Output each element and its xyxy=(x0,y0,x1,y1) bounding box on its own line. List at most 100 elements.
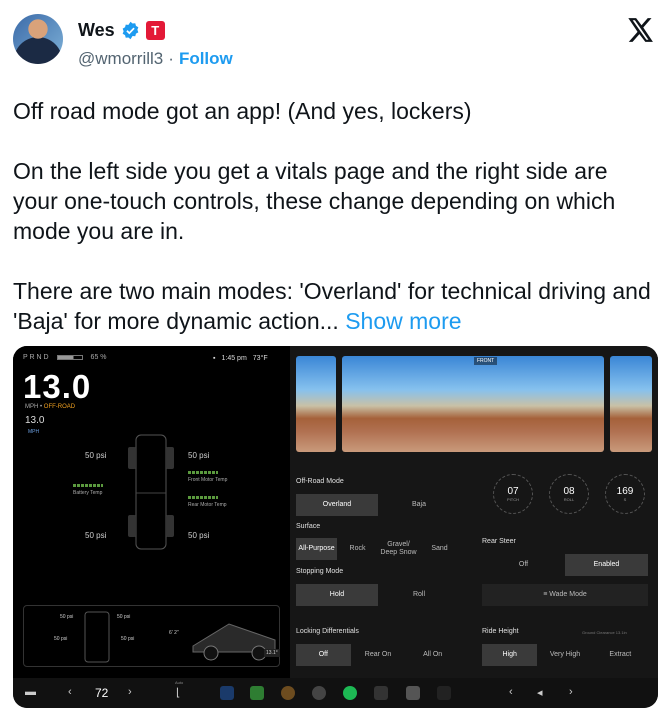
mini-tire-rl: 50 psi xyxy=(54,636,68,642)
locking-diff-label: Locking Differentials xyxy=(296,628,359,635)
offroad-app-icon[interactable] xyxy=(281,686,295,700)
x-logo-icon[interactable] xyxy=(628,18,654,42)
pitch-label: PITCH xyxy=(507,497,519,502)
heading-gauge: 169 S xyxy=(605,474,645,514)
inclinometer-gauges: 07 PITCH 08 ROLL 169 S xyxy=(485,474,655,514)
outside-temp: 73°F xyxy=(252,355,268,362)
ride-height-selector: High Very High Extract xyxy=(482,644,648,666)
rock-button[interactable]: Rock xyxy=(337,538,378,560)
heading-label: S xyxy=(623,497,627,502)
front-camera-view[interactable] xyxy=(342,356,604,452)
volume-icon[interactable]: ◂ xyxy=(537,686,543,699)
author-handle[interactable]: @wmorrill3 xyxy=(78,49,163,69)
rear-motor-temp-label: Rear Motor Temp xyxy=(188,502,227,508)
tweet-paragraph: Off road mode got an app! (And yes, lock… xyxy=(13,98,472,124)
battery-temp: Battery Temp xyxy=(73,484,103,496)
tweet-paragraph: There are two main modes: 'Overland' for… xyxy=(13,276,658,336)
seat-auto-label: Auto xyxy=(175,680,184,685)
offroad-mode-selector: Overland Baja xyxy=(296,494,460,516)
surface-label: Surface xyxy=(296,523,321,530)
handle-row: @wmorrill3 · Follow xyxy=(78,49,233,69)
stopping-mode-label: Stopping Mode xyxy=(296,568,344,575)
stopping-mode-selector: Hold Roll xyxy=(296,584,460,606)
sub-speed-unit: MPH xyxy=(28,429,40,435)
tire-pressure-rl: 50 psi xyxy=(85,531,107,540)
lockers-off-button[interactable]: Off xyxy=(296,644,351,666)
sand-button[interactable]: Sand xyxy=(419,538,460,560)
locking-diff-selector: Off Rear On All On xyxy=(296,644,460,666)
mini-tire-rr: 50 psi xyxy=(121,636,135,642)
more-apps-icon[interactable] xyxy=(374,686,388,700)
heading-value: 169 xyxy=(616,486,634,497)
gear-selector: P R N D xyxy=(23,354,49,361)
seat-heater-icon[interactable]: ⌊ xyxy=(176,686,180,699)
front-motor-temp-bar xyxy=(188,471,218,474)
truck-top-view-icon xyxy=(128,434,174,550)
extract-button[interactable]: Extract xyxy=(593,644,648,666)
follow-button[interactable]: Follow xyxy=(179,49,233,69)
rear-steer-off-button[interactable]: Off xyxy=(482,554,565,576)
camera-app-icon[interactable] xyxy=(312,686,326,700)
surface-selector: All-Purpose Rock Gravel/ Deep Snow Sand xyxy=(296,538,460,560)
ground-clearance-value: 13.1° xyxy=(264,649,280,657)
rear-steer-label: Rear Steer xyxy=(482,538,516,545)
right-camera-view[interactable] xyxy=(610,356,652,452)
tweet-text: Off road mode got an app! (And yes, lock… xyxy=(13,96,658,336)
volume-up-chevron-icon[interactable]: › xyxy=(569,686,573,698)
rear-steer-enabled-button[interactable]: Enabled xyxy=(565,554,648,576)
pitch-value: 07 xyxy=(507,486,519,497)
temp-up-chevron-icon[interactable]: › xyxy=(128,686,132,698)
baja-button[interactable]: Baja xyxy=(378,494,460,516)
battery-temp-label: Battery Temp xyxy=(73,490,103,496)
left-camera-view[interactable] xyxy=(296,356,336,452)
clock: 1:45 pm xyxy=(221,355,247,362)
vitals-panel: P R N D 65 % ▪ 1:45 pm 73°F 13.0 MPH • O… xyxy=(13,346,290,678)
wade-mode-button[interactable]: ≡ Wade Mode xyxy=(482,584,648,606)
all-purpose-button[interactable]: All-Purpose xyxy=(296,538,337,560)
speed-unit-row: MPH • OFF-ROAD xyxy=(25,404,76,410)
verified-badge-icon xyxy=(122,21,139,40)
drive-mode-label: OFF-ROAD xyxy=(43,404,76,410)
ride-height-diagram: 50 psi 50 psi 50 psi 50 psi 6' 2" 13.1° xyxy=(23,605,280,667)
joystick-icon[interactable] xyxy=(437,686,451,700)
rear-steer-selector: Off Enabled xyxy=(482,554,648,576)
mini-truck-icon xyxy=(84,611,110,663)
hold-button[interactable]: Hold xyxy=(296,584,378,606)
front-motor-temp-label: Front Motor Temp xyxy=(188,477,228,483)
ground-clearance-label: Ground Clearance 13.1in xyxy=(582,630,627,635)
ride-height-label: Ride Height xyxy=(482,628,519,635)
taskbar: ▬ ‹ 72 › Auto ⌊ ‹ ◂ › xyxy=(13,678,658,708)
temp-down-chevron-icon[interactable]: ‹ xyxy=(68,686,72,698)
show-more-link[interactable]: Show more xyxy=(345,308,461,334)
battery-icon xyxy=(56,355,83,360)
volume-down-chevron-icon[interactable]: ‹ xyxy=(509,686,513,698)
avatar[interactable] xyxy=(13,14,63,64)
vehicle-height: 6' 2" xyxy=(169,630,179,636)
wade-mode-row: ≡ Wade Mode xyxy=(482,584,648,606)
bluetooth-icon[interactable] xyxy=(220,686,234,700)
author-name[interactable]: Wes xyxy=(78,20,115,41)
gravel-button[interactable]: Gravel/ Deep Snow xyxy=(378,538,419,560)
overland-button[interactable]: Overland xyxy=(296,494,378,516)
car-icon[interactable]: ▬ xyxy=(25,686,36,698)
separator-dot: · xyxy=(168,49,174,68)
vehicle-screen-image[interactable]: P R N D 65 % ▪ 1:45 pm 73°F 13.0 MPH • O… xyxy=(13,346,658,708)
very-high-button[interactable]: Very High xyxy=(537,644,592,666)
offroad-mode-label: Off-Road Mode xyxy=(296,478,344,485)
mini-tire-fl: 50 psi xyxy=(60,614,74,620)
all-on-button[interactable]: All On xyxy=(405,644,460,666)
camera-icon: ▪ xyxy=(213,355,216,362)
controls-panel: FRONT Off-Road Mode Overland Baja Surfac… xyxy=(290,346,658,678)
spotify-icon[interactable] xyxy=(343,686,357,700)
calendar-icon[interactable] xyxy=(406,686,420,700)
battery-temp-bar xyxy=(73,484,103,487)
high-button[interactable]: High xyxy=(482,644,538,666)
roll-button[interactable]: Roll xyxy=(378,584,460,606)
energy-app-icon[interactable] xyxy=(250,686,264,700)
cabin-temp[interactable]: 72 xyxy=(95,686,108,700)
front-motor-temp: Front Motor Temp xyxy=(188,471,227,483)
rear-on-button[interactable]: Rear On xyxy=(351,644,406,666)
speed-readout: 13.0 xyxy=(23,368,92,405)
rear-motor-temp: Rear Motor Temp xyxy=(188,496,227,508)
tweet-paragraph-text: There are two main modes: 'Overland' for… xyxy=(13,278,651,334)
